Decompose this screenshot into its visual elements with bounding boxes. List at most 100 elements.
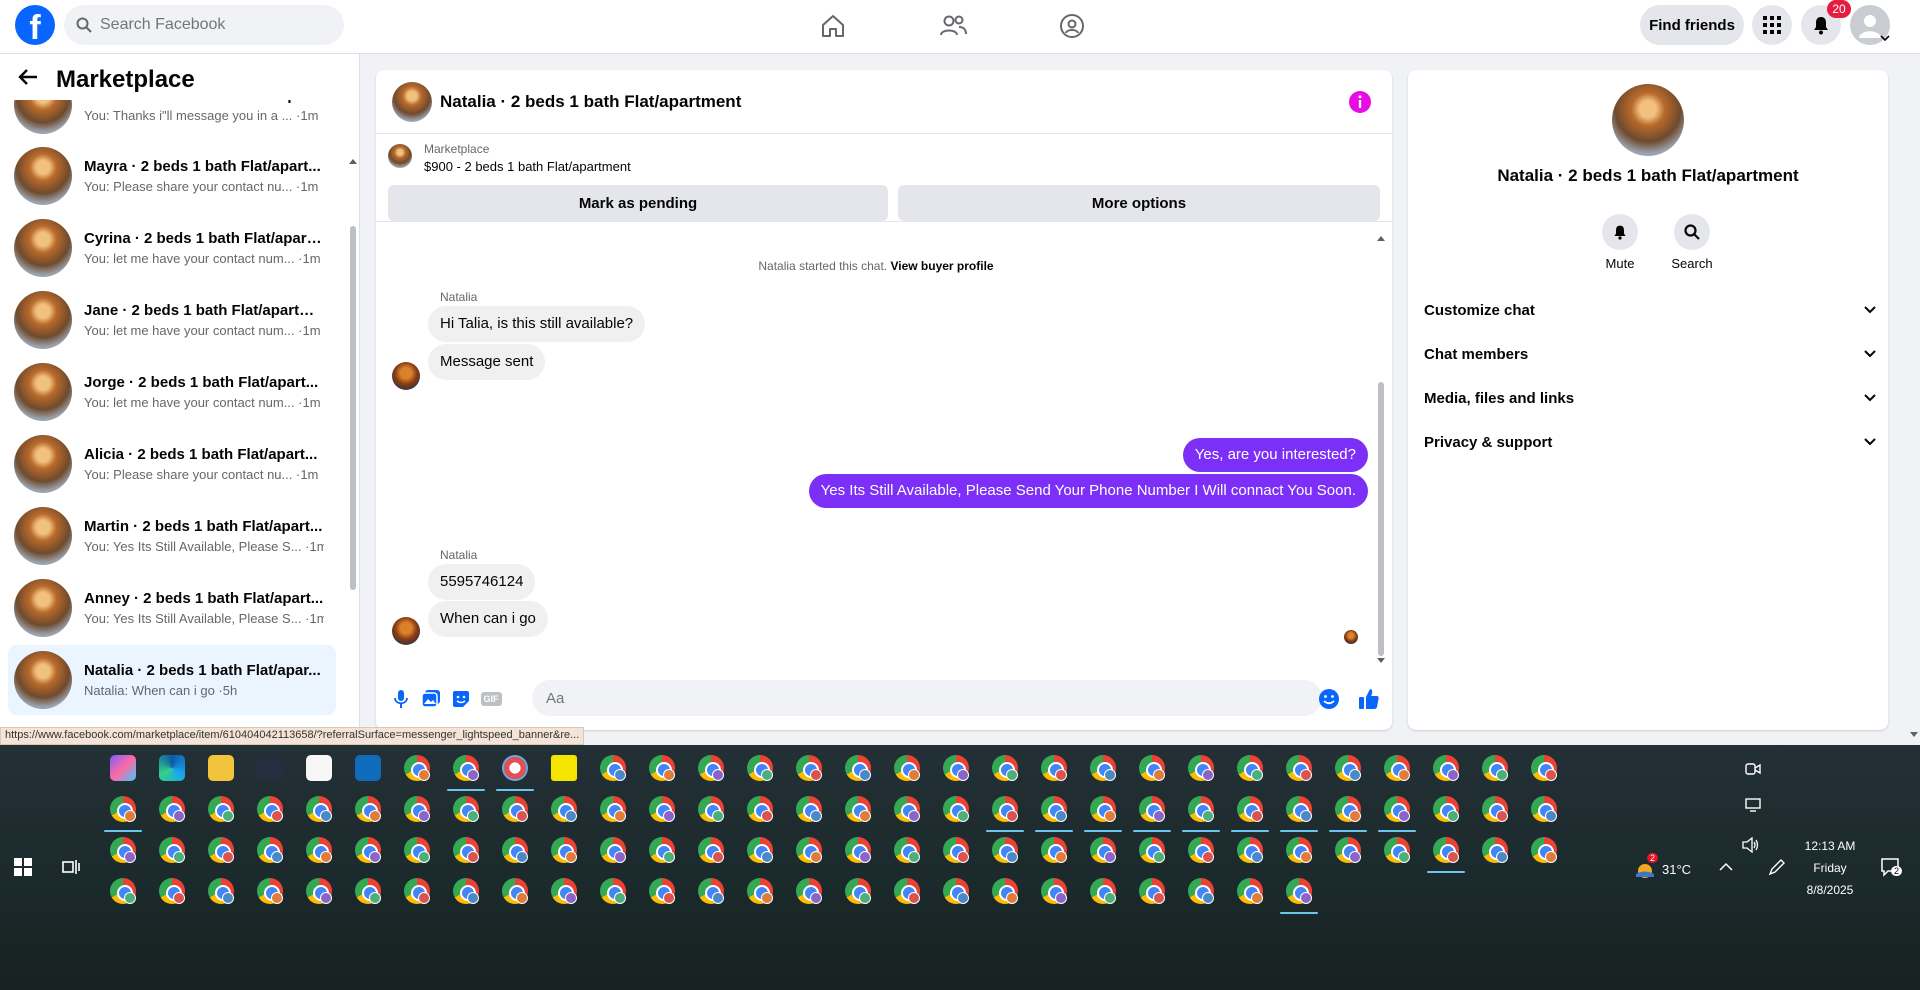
message-input[interactable] bbox=[532, 680, 1322, 716]
chrome-browser-icon[interactable] bbox=[796, 837, 822, 863]
chrome-browser-icon[interactable] bbox=[1286, 796, 1312, 822]
chrome-browser-icon[interactable] bbox=[992, 796, 1018, 822]
clock-date[interactable]: 8/8/2025 bbox=[1800, 883, 1860, 897]
chrome-browser-icon[interactable] bbox=[1531, 755, 1557, 781]
weather-temperature[interactable]: 31°C bbox=[1662, 862, 1691, 877]
scroll-up-arrow-icon[interactable] bbox=[349, 158, 357, 164]
windows-start-icon[interactable] bbox=[14, 858, 32, 876]
chrome-browser-icon[interactable] bbox=[306, 878, 332, 904]
chrome-browser-icon[interactable] bbox=[698, 878, 724, 904]
chrome-browser-icon[interactable] bbox=[1482, 755, 1508, 781]
chrome-browser-icon[interactable] bbox=[257, 837, 283, 863]
chrome-browser-icon[interactable] bbox=[845, 755, 871, 781]
chrome-browser-icon[interactable] bbox=[747, 878, 773, 904]
chrome-browser-icon[interactable] bbox=[992, 755, 1018, 781]
display-icon[interactable] bbox=[1745, 798, 1761, 812]
chrome-browser-icon[interactable] bbox=[796, 878, 822, 904]
chrome-browser-icon[interactable] bbox=[1090, 755, 1116, 781]
copilot-icon[interactable] bbox=[110, 755, 136, 781]
conversation-item[interactable]: Cyrina · 2 beds 1 bath Flat/apart... You:… bbox=[8, 213, 336, 283]
back-arrow-icon[interactable] bbox=[18, 68, 38, 86]
sticky-notes-icon[interactable] bbox=[551, 755, 577, 781]
incoming-message[interactable]: When can i go bbox=[428, 601, 548, 637]
chrome-browser-icon[interactable] bbox=[404, 878, 430, 904]
chrome-browser-icon[interactable] bbox=[600, 755, 626, 781]
scroll-up-arrow-icon[interactable] bbox=[1377, 235, 1385, 241]
chrome-browser-icon[interactable] bbox=[453, 796, 479, 822]
chrome-browser-icon[interactable] bbox=[796, 755, 822, 781]
groups-icon[interactable] bbox=[1057, 11, 1087, 41]
chrome-browser-icon[interactable] bbox=[502, 796, 528, 822]
chrome-browser-icon[interactable] bbox=[453, 837, 479, 863]
chrome-browser-icon[interactable] bbox=[796, 796, 822, 822]
incoming-message[interactable]: 5595746124 bbox=[428, 564, 536, 600]
chrome-browser-icon[interactable] bbox=[306, 796, 332, 822]
chrome-browser-icon[interactable] bbox=[355, 837, 381, 863]
conversation-item-active[interactable]: Natalia · 2 beds 1 bath Flat/apar... Nata… bbox=[8, 645, 336, 715]
chrome-browser-icon[interactable] bbox=[1090, 837, 1116, 863]
scroll-down-arrow-icon[interactable] bbox=[1377, 658, 1385, 664]
chrome-browser-icon[interactable] bbox=[110, 837, 136, 863]
chrome-browser-icon[interactable] bbox=[747, 796, 773, 822]
task-view-icon[interactable] bbox=[62, 857, 80, 877]
conversation-item[interactable]: Jane · 2 beds 1 bath Flat/apartm... You: … bbox=[8, 285, 336, 355]
chrome-browser-icon[interactable] bbox=[1482, 837, 1508, 863]
chrome-browser-icon[interactable] bbox=[845, 837, 871, 863]
chrome-browser-icon[interactable] bbox=[649, 878, 675, 904]
search-facebook-box[interactable] bbox=[64, 5, 344, 45]
chrome-browser-icon[interactable] bbox=[110, 878, 136, 904]
chrome-browser-icon[interactable] bbox=[1433, 755, 1459, 781]
chrome-browser-icon[interactable] bbox=[453, 878, 479, 904]
chrome-browser-icon[interactable] bbox=[1237, 755, 1263, 781]
clock-time[interactable]: 12:13 AM bbox=[1800, 839, 1860, 853]
chrome-browser-icon[interactable] bbox=[1482, 796, 1508, 822]
friends-icon[interactable] bbox=[938, 11, 968, 41]
chrome-browser-icon[interactable] bbox=[110, 796, 136, 822]
chevron-down-icon[interactable] bbox=[1880, 34, 1890, 42]
chrome-browser-icon[interactable] bbox=[1041, 796, 1067, 822]
chrome-browser-icon[interactable] bbox=[1188, 796, 1214, 822]
weather-icon[interactable]: 2 bbox=[1634, 853, 1659, 879]
chrome-browser-icon[interactable] bbox=[1237, 796, 1263, 822]
chrome-browser-icon[interactable] bbox=[159, 878, 185, 904]
chrome-browser-icon[interactable] bbox=[355, 796, 381, 822]
home-icon[interactable] bbox=[818, 11, 848, 41]
outgoing-message[interactable]: Yes Its Still Available, Please Send You… bbox=[808, 474, 1368, 508]
chrome-browser-icon[interactable] bbox=[1286, 878, 1312, 904]
chevron-up-icon[interactable] bbox=[1719, 862, 1733, 872]
chrome-browser-icon[interactable] bbox=[551, 878, 577, 904]
mark-as-pending-button[interactable]: Mark as pending bbox=[388, 185, 888, 221]
chrome-browser-icon[interactable] bbox=[894, 755, 920, 781]
chrome-browser-icon[interactable] bbox=[1041, 878, 1067, 904]
chrome-browser-icon[interactable] bbox=[943, 837, 969, 863]
facebook-logo[interactable]: f bbox=[15, 5, 55, 45]
chrome-browser-icon[interactable] bbox=[1384, 837, 1410, 863]
chrome-browser-icon[interactable] bbox=[747, 837, 773, 863]
chrome-browser-icon[interactable] bbox=[208, 878, 234, 904]
search-in-chat-button[interactable]: Search bbox=[1662, 214, 1722, 271]
edge-browser-icon[interactable] bbox=[159, 755, 185, 781]
chrome-browser-icon[interactable] bbox=[894, 837, 920, 863]
search-input[interactable] bbox=[100, 16, 320, 34]
chrome-browser-icon[interactable] bbox=[453, 755, 479, 781]
chrome-browser-icon[interactable] bbox=[208, 837, 234, 863]
chrome-browser-icon[interactable] bbox=[845, 796, 871, 822]
chrome-browser-icon[interactable] bbox=[992, 837, 1018, 863]
emoji-icon[interactable] bbox=[1318, 688, 1340, 710]
chrome-browser-icon[interactable] bbox=[551, 796, 577, 822]
chrome-browser-icon[interactable] bbox=[1384, 755, 1410, 781]
customize-chat-row[interactable]: Customize chat bbox=[1424, 288, 1876, 332]
info-icon[interactable] bbox=[1348, 90, 1372, 114]
chrome-browser-icon[interactable] bbox=[404, 837, 430, 863]
gif-icon[interactable]: GIF bbox=[480, 688, 502, 710]
chrome-browser-icon[interactable] bbox=[1384, 796, 1410, 822]
outgoing-message[interactable]: Yes, are you interested? bbox=[1182, 438, 1368, 472]
incoming-message[interactable]: Hi Talia, is this still available? bbox=[428, 306, 646, 342]
chrome-browser-icon[interactable] bbox=[649, 837, 675, 863]
chrome-browser-icon[interactable] bbox=[1531, 837, 1557, 863]
conversation-item[interactable]: Anney · 2 beds 1 bath Flat/apart... You: … bbox=[8, 573, 336, 643]
chrome-browser-icon[interactable] bbox=[1237, 878, 1263, 904]
conversation-item[interactable]: Jorge · 2 beds 1 bath Flat/apart... You: … bbox=[8, 357, 336, 427]
chrome-browser-icon[interactable] bbox=[1090, 878, 1116, 904]
chrome-browser-icon[interactable] bbox=[1139, 837, 1165, 863]
